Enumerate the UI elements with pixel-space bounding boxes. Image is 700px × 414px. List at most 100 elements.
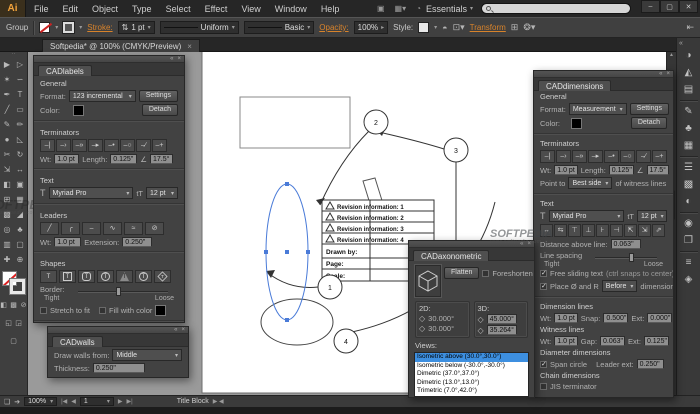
settings-button[interactable]: Settings bbox=[630, 103, 669, 115]
collapse-panel-icon[interactable]: « bbox=[174, 327, 177, 333]
tool-hand[interactable]: ✚ bbox=[1, 252, 14, 267]
menu-file[interactable]: File bbox=[34, 4, 49, 14]
tool-scale[interactable]: ⇲ bbox=[1, 162, 14, 177]
tool-paintbrush[interactable]: ✎ bbox=[1, 117, 14, 132]
close-panel-icon[interactable]: × bbox=[666, 71, 670, 77]
stretch-checkbox[interactable] bbox=[40, 307, 47, 314]
place-dropdown[interactable]: Before bbox=[602, 280, 638, 292]
tool-width[interactable]: ↔ bbox=[14, 162, 27, 177]
select-similar-icon[interactable]: ⊡▾ bbox=[453, 22, 465, 33]
wt-field[interactable]: 1.0 pt bbox=[54, 154, 79, 164]
menu-edit[interactable]: Edit bbox=[63, 4, 79, 14]
terminator-button[interactable]: –› bbox=[56, 139, 71, 152]
terminator-button[interactable]: –| bbox=[40, 139, 55, 152]
leader-none-button[interactable]: ⊘ bbox=[145, 222, 164, 235]
collapse-control-bar-icon[interactable]: ⇤ bbox=[686, 22, 694, 33]
leader-wt-field[interactable]: 1.0 pt bbox=[54, 237, 81, 247]
menu-select[interactable]: Select bbox=[166, 4, 191, 14]
color-swatch[interactable] bbox=[73, 105, 84, 116]
chevron-down-icon[interactable]: ▾ bbox=[55, 24, 58, 31]
tool-graph[interactable]: ▥ bbox=[1, 237, 14, 252]
dim-wt-field[interactable]: 1.0 pt bbox=[554, 313, 578, 323]
shadow-icon[interactable]: ◓ bbox=[442, 23, 447, 33]
terminator-button[interactable]: –∕ bbox=[636, 150, 651, 163]
font-dropdown[interactable]: Myriad Pro bbox=[49, 187, 134, 199]
terminator-button[interactable]: –| bbox=[540, 150, 555, 163]
leader-button[interactable]: ⌢ bbox=[82, 222, 101, 235]
drawn-rectangle[interactable] bbox=[240, 97, 350, 148]
menu-window[interactable]: Window bbox=[275, 4, 307, 14]
app-logo[interactable]: Ai bbox=[0, 0, 26, 17]
tab-cadlabels[interactable]: CADlabels bbox=[38, 65, 92, 76]
slider-thumb[interactable] bbox=[116, 287, 121, 296]
tool-gradient[interactable]: ▩ bbox=[1, 207, 14, 222]
fill-swatch[interactable] bbox=[39, 22, 50, 33]
artboards-panel-icon[interactable]: ▦ bbox=[680, 137, 698, 154]
stroke-proxy[interactable] bbox=[10, 279, 25, 294]
leader-ext-field[interactable]: 0.250" bbox=[637, 359, 664, 369]
leader-button[interactable]: ╱ bbox=[40, 222, 59, 235]
flatten-button[interactable]: Flatten bbox=[444, 267, 479, 279]
format-dropdown[interactable]: 123 incremental bbox=[69, 90, 136, 102]
extension-field[interactable]: 0.250" bbox=[122, 237, 152, 247]
last-artboard-icon[interactable]: ▶| bbox=[127, 398, 133, 405]
opacity-link[interactable]: Opacity: bbox=[319, 23, 348, 32]
thickness-field[interactable]: 0.250" bbox=[93, 363, 145, 373]
shape-none-button[interactable]: T bbox=[40, 270, 57, 283]
leader-button[interactable]: ∿ bbox=[103, 222, 122, 235]
prev-artboard-icon[interactable]: ◀ bbox=[71, 398, 76, 405]
stroke-swatch[interactable] bbox=[63, 22, 74, 33]
menu-effect[interactable]: Effect bbox=[205, 4, 228, 14]
chevron-right-icon[interactable]: ▸ bbox=[381, 24, 384, 31]
gap-field[interactable]: 0.063" bbox=[600, 336, 625, 346]
stroke-weight-field[interactable]: ⇅ 1 pt ▾ bbox=[118, 21, 155, 34]
jis-checkbox[interactable] bbox=[540, 383, 547, 390]
opacity-field[interactable]: 100% ▸ bbox=[354, 21, 388, 34]
screen-mode-button[interactable]: ▢ bbox=[9, 334, 18, 349]
shape-triangle-button[interactable]: T bbox=[116, 270, 133, 283]
links-panel-icon[interactable]: ◈ bbox=[680, 271, 698, 288]
tool-zoom[interactable]: ⊕ bbox=[14, 252, 27, 267]
tool-rectangle[interactable]: ▭ bbox=[14, 102, 27, 117]
chevron-down-icon[interactable]: ▾ bbox=[107, 398, 110, 405]
tool-blend[interactable]: ◎ bbox=[1, 222, 14, 237]
leader-button[interactable]: ≈ bbox=[124, 222, 143, 235]
tool-selection[interactable]: ▶ bbox=[1, 57, 14, 72]
chevron-down-icon[interactable]: ▾ bbox=[434, 24, 437, 31]
font-size-dropdown[interactable]: 12 pt bbox=[637, 210, 667, 222]
tool-magic-wand[interactable]: ✶ bbox=[1, 72, 14, 87]
isolate-icon[interactable]: ❂▾ bbox=[523, 22, 535, 33]
workspace-switcher[interactable]: Essentials ▾ bbox=[426, 4, 473, 14]
tool-scissors[interactable]: ✂ bbox=[1, 147, 14, 162]
tool-direct-selection[interactable]: ▷ bbox=[14, 57, 27, 72]
terminator-button[interactable]: –+ bbox=[652, 150, 667, 163]
variable-width-profile[interactable]: Uniform ▾ bbox=[160, 21, 239, 34]
shape-balloon-button[interactable]: T bbox=[135, 270, 152, 283]
close-panel-icon[interactable]: × bbox=[177, 56, 181, 62]
wit-wt-field[interactable]: 1.0 pt bbox=[554, 336, 578, 346]
terminator-button[interactable]: –▸ bbox=[88, 139, 103, 152]
angle-field[interactable]: 17.5° bbox=[150, 154, 173, 164]
chevron-down-icon[interactable]: ▾ bbox=[307, 24, 310, 31]
share-icon[interactable]: ➔ bbox=[14, 398, 20, 406]
tool-eraser[interactable]: ◺ bbox=[14, 132, 27, 147]
view-item-selected[interactable]: Isometric above (30.0°,30.0°) bbox=[415, 353, 528, 362]
menu-help[interactable]: Help bbox=[321, 4, 340, 14]
tool-shape-builder[interactable]: ▣ bbox=[14, 177, 27, 192]
position-button[interactable]: ⇆ bbox=[554, 224, 567, 237]
distance-field[interactable]: 0.063" bbox=[611, 239, 641, 249]
collapse-panel-icon[interactable]: « bbox=[170, 56, 173, 62]
tool-mesh[interactable]: ▦ bbox=[14, 192, 27, 207]
artboard-number-field[interactable]: 1 ▾ bbox=[80, 397, 114, 406]
zoom-level-field[interactable]: 100% ▾ bbox=[24, 397, 57, 406]
color-panel-icon[interactable]: ◑ bbox=[680, 47, 698, 64]
tool-artboard[interactable]: ▢ bbox=[14, 237, 27, 252]
tab-cadaxonometric[interactable]: CADaxonometric bbox=[413, 250, 489, 261]
3d-angle-2-field[interactable]: 35.264° bbox=[487, 325, 517, 335]
fill-color-swatch[interactable] bbox=[155, 305, 166, 316]
tool-perspective-grid[interactable]: ⊞ bbox=[1, 192, 14, 207]
transparency-panel-icon[interactable]: ◐ bbox=[680, 193, 698, 210]
draw-behind-button[interactable]: ◲ bbox=[14, 316, 23, 331]
tool-blob-brush[interactable]: ● bbox=[1, 132, 14, 147]
point-to-dropdown[interactable]: Best side bbox=[568, 177, 612, 189]
